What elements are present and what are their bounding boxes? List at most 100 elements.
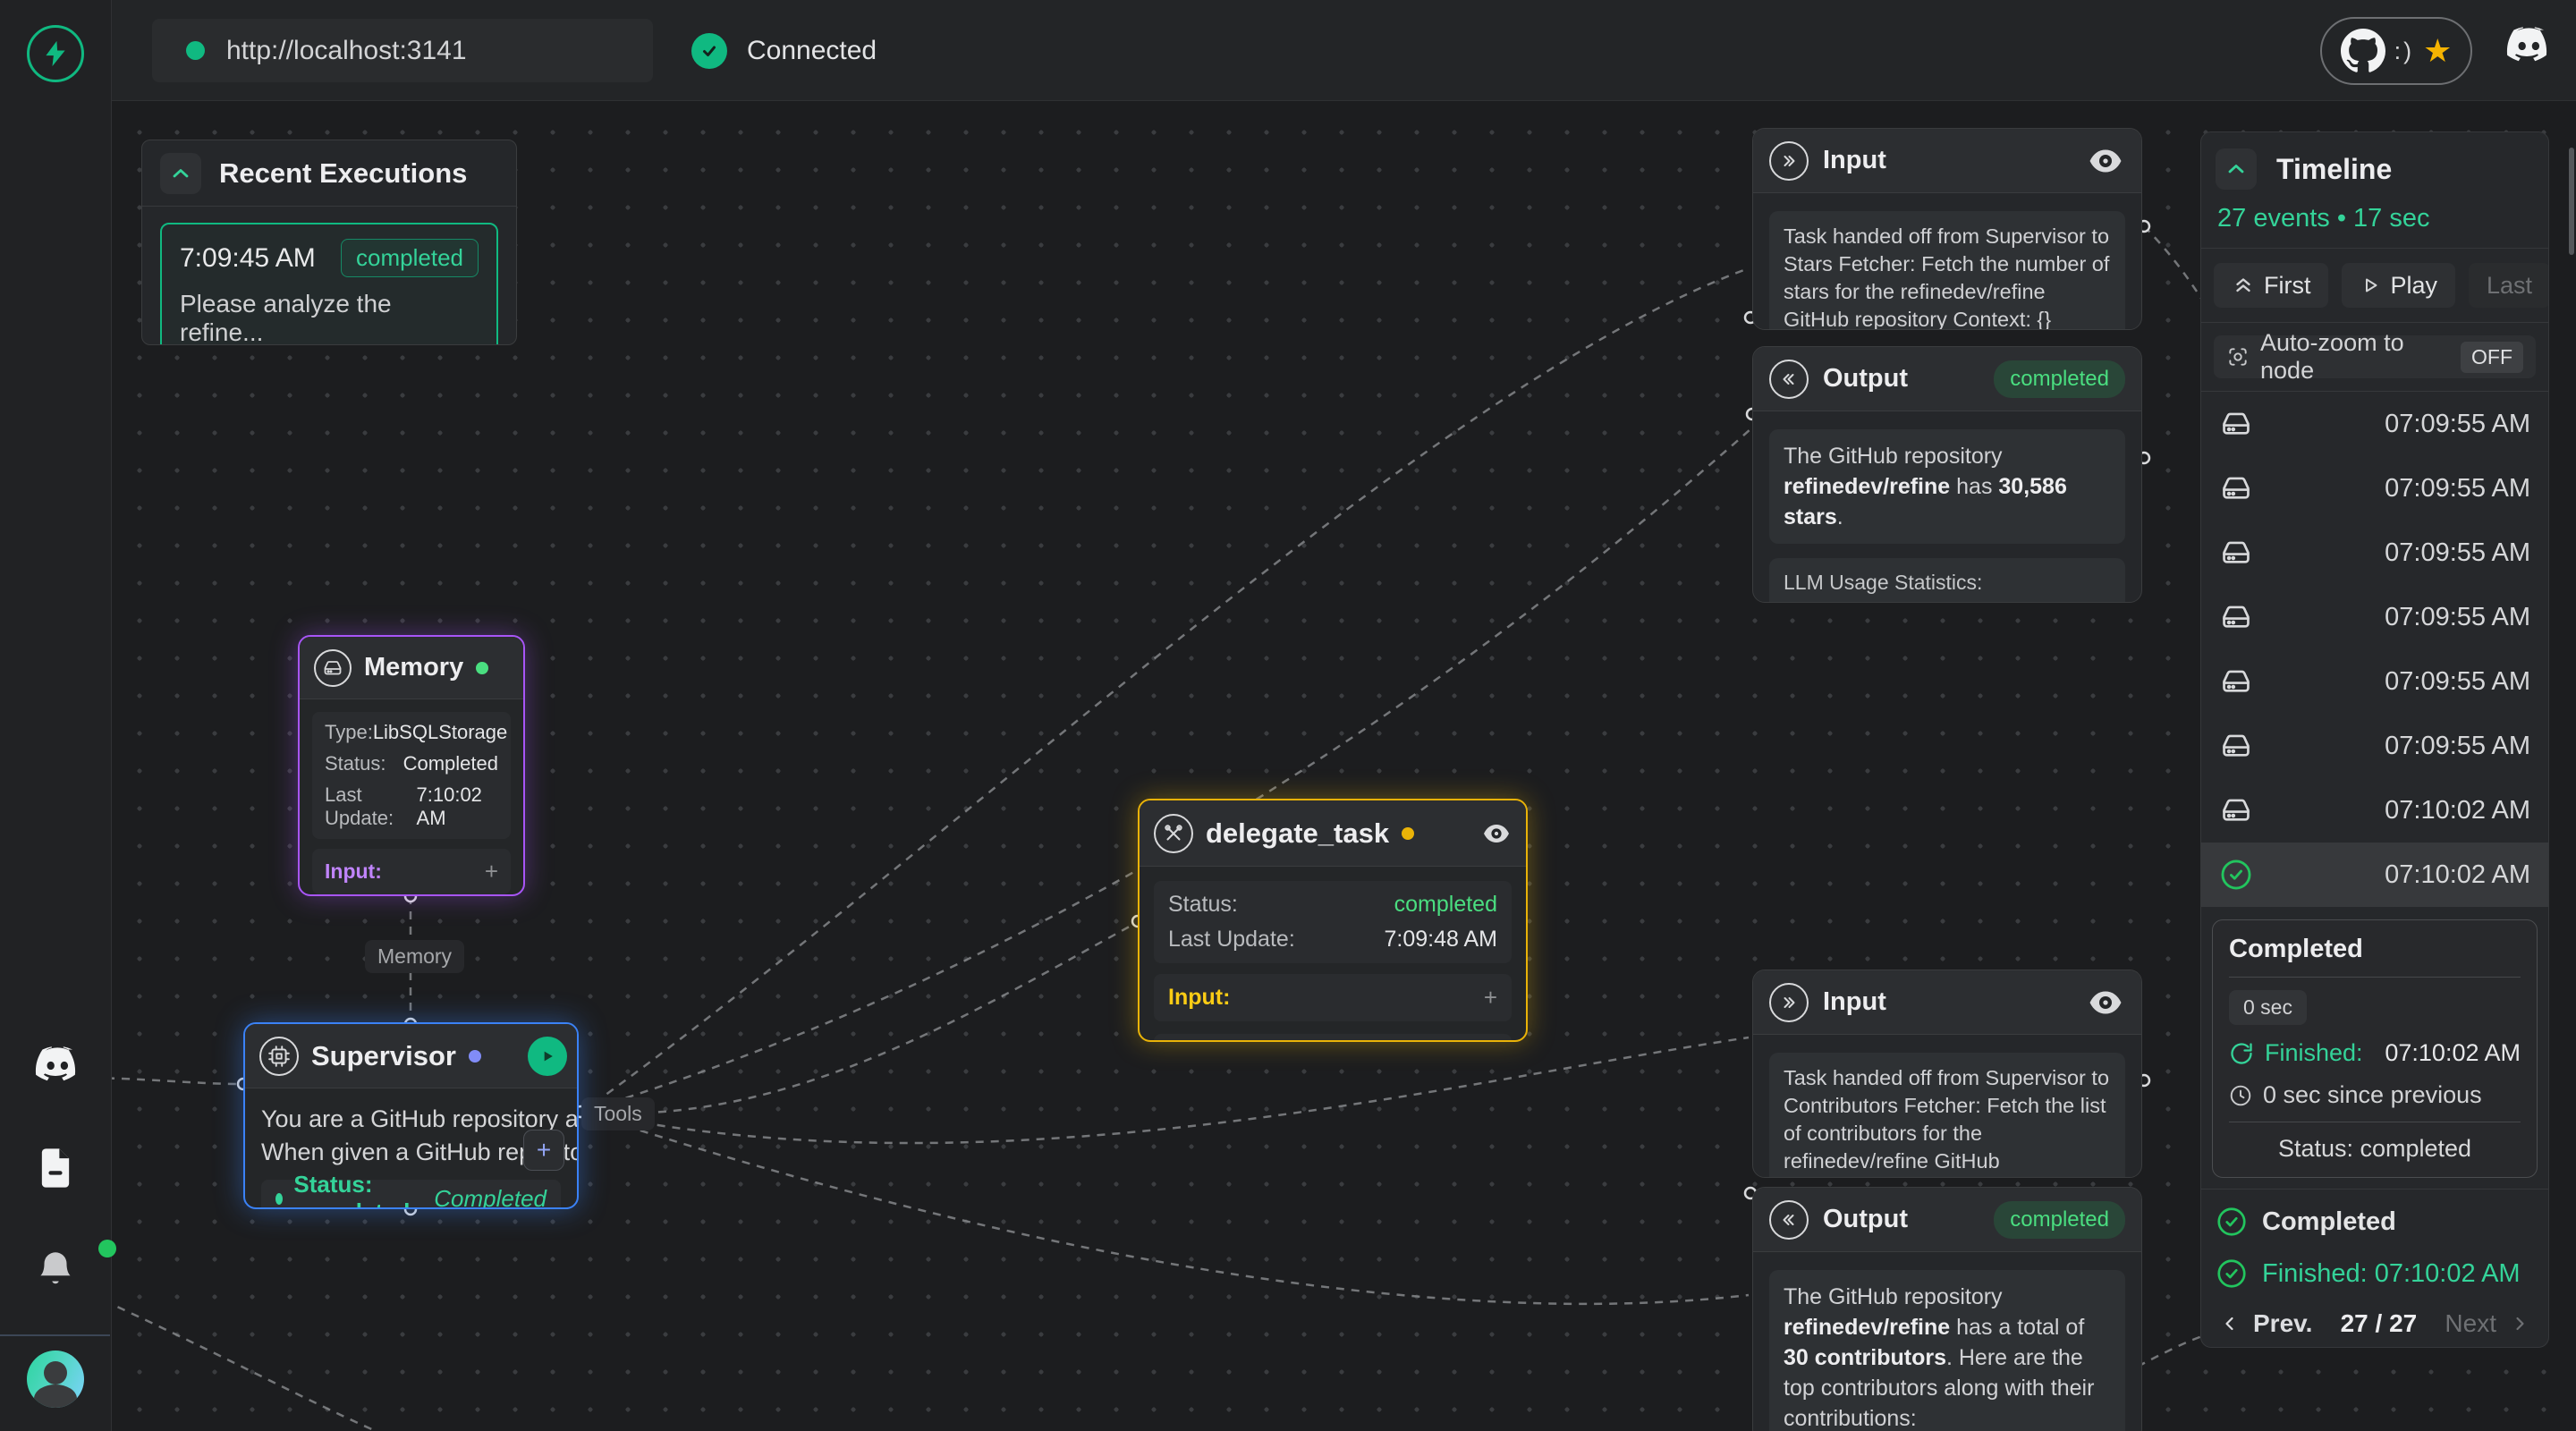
output-2-status-badge: completed bbox=[1994, 1201, 2125, 1239]
event-duration-badge: 0 sec bbox=[2229, 990, 2307, 1025]
memory-info-box: Type: LibSQLStorage Status: Completed La… bbox=[312, 712, 511, 839]
sidebar-item-docs[interactable] bbox=[32, 1145, 79, 1191]
sidebar-item-discord[interactable] bbox=[30, 1045, 81, 1086]
output-panel-2-title: Output bbox=[1823, 1205, 1908, 1234]
github-star-button[interactable]: :) ★ bbox=[2320, 17, 2472, 85]
last-button[interactable]: Last bbox=[2469, 263, 2549, 308]
input-2-text: Task handed off from Supervisor to Contr… bbox=[1769, 1053, 2125, 1178]
recent-executions-panel: Recent Executions 7:09:45 AM completed P… bbox=[141, 140, 517, 345]
canvas-scrollbar[interactable] bbox=[2569, 148, 2574, 255]
since-previous: 0 sec since previous bbox=[2263, 1081, 2482, 1109]
supervisor-node-title: Supervisor bbox=[311, 1040, 456, 1072]
execution-status-badge: completed bbox=[341, 239, 479, 277]
instructions-line2: When given a GitHub repository URL o bbox=[261, 1136, 561, 1169]
sidebar bbox=[0, 0, 112, 1431]
delegate-task-dot bbox=[1402, 827, 1414, 840]
app-logo[interactable] bbox=[27, 25, 84, 82]
auto-zoom-toggle[interactable]: Auto-zoom to node OFF bbox=[2214, 335, 2536, 378]
check-circle-icon bbox=[2216, 1257, 2248, 1290]
storage-event-icon bbox=[2219, 471, 2253, 505]
play-button[interactable]: Play bbox=[2342, 263, 2455, 308]
focus-icon bbox=[2226, 344, 2250, 369]
delegate-input-expander[interactable]: Input: + bbox=[1154, 974, 1512, 1021]
eye-icon[interactable] bbox=[2086, 148, 2125, 174]
github-smile-text: :) bbox=[2394, 38, 2415, 65]
refresh-icon bbox=[2229, 1041, 2254, 1066]
eye-icon[interactable] bbox=[2086, 989, 2125, 1016]
output-panel-1-title: Output bbox=[1823, 364, 1908, 394]
timeline-controls: First Play Last bbox=[2201, 249, 2548, 323]
edge-label-memory: Memory bbox=[365, 940, 464, 973]
auto-zoom-label: Auto-zoom to node bbox=[2260, 329, 2450, 385]
auto-zoom-state-badge[interactable]: OFF bbox=[2461, 342, 2523, 373]
input-panel-2-title: Input bbox=[1823, 987, 1886, 1017]
memory-type-value: LibSQLStorage bbox=[373, 721, 507, 744]
bell-icon bbox=[33, 1247, 78, 1291]
delegate-info-box: Status: completed Last Update: 7:09:48 A… bbox=[1154, 881, 1512, 963]
delegate-task-node[interactable]: delegate_task Status: completed Last Upd… bbox=[1138, 799, 1528, 1042]
supervisor-node[interactable]: Supervisor You are a GitHub repository a… bbox=[243, 1022, 579, 1209]
server-url-input[interactable]: http://localhost:3141 bbox=[152, 19, 653, 82]
timeline-footer: Completed Finished: 07:10:02 AM Prev. 27… bbox=[2201, 1189, 2548, 1338]
run-agent-button[interactable] bbox=[528, 1037, 567, 1076]
sidebar-item-dashboard[interactable] bbox=[36, 136, 76, 176]
execution-card[interactable]: 7:09:45 AM completed Please analyze the … bbox=[160, 223, 498, 345]
user-avatar[interactable] bbox=[27, 1351, 84, 1408]
output-1-text: The GitHub repository refinedev/refine h… bbox=[1769, 429, 2125, 544]
delegate-output-expander[interactable]: Output: + bbox=[1154, 1034, 1512, 1042]
event-time: 07:09:55 AM bbox=[2385, 732, 2530, 761]
timeline-event[interactable]: 07:09:55 AM bbox=[2201, 521, 2548, 585]
connected-check-icon bbox=[691, 33, 727, 69]
prev-button[interactable]: Prev. bbox=[2219, 1309, 2312, 1338]
timeline-collapse-button[interactable] bbox=[2216, 148, 2257, 190]
delegate-input-label: Input: bbox=[1168, 985, 1230, 1011]
supervisor-status-bar: Status: completed Completed bbox=[261, 1180, 561, 1209]
timeline-event[interactable]: 07:09:55 AM bbox=[2201, 649, 2548, 714]
status-dot bbox=[275, 1193, 283, 1205]
discord-icon bbox=[2501, 25, 2553, 66]
delegate-update-value: 7:09:48 AM bbox=[1385, 927, 1497, 953]
output-panel-2-header: Output completed bbox=[1753, 1188, 2141, 1252]
discord-link[interactable] bbox=[2501, 25, 2553, 71]
connection-status-label: Connected bbox=[747, 36, 877, 66]
timeline-event-selected[interactable]: 07:10:02 AM bbox=[2201, 843, 2548, 907]
output-panel-1: Output completed The GitHub repository r… bbox=[1752, 346, 2142, 603]
timeline-event[interactable]: 07:09:55 AM bbox=[2201, 585, 2548, 649]
timeline-event[interactable]: 07:09:55 AM bbox=[2201, 392, 2548, 456]
next-label: Next bbox=[2445, 1309, 2496, 1338]
storage-event-icon bbox=[2219, 600, 2253, 634]
collapse-button[interactable] bbox=[160, 153, 201, 194]
edge-label-tools: Tools bbox=[581, 1097, 655, 1130]
event-detail-title: Completed bbox=[2229, 935, 2521, 964]
timeline-event[interactable]: 07:09:55 AM bbox=[2201, 714, 2548, 778]
storage-event-icon bbox=[2219, 665, 2253, 699]
chevrons-left-icon bbox=[1769, 360, 1809, 399]
memory-input-expander[interactable]: Input: + bbox=[312, 849, 511, 894]
timeline-event[interactable]: 07:10:02 AM bbox=[2201, 778, 2548, 843]
storage-event-icon bbox=[2219, 793, 2253, 827]
finished-time: 07:10:02 AM bbox=[2385, 1039, 2521, 1067]
play-outline-icon bbox=[2360, 275, 2381, 296]
plus-icon: + bbox=[485, 858, 498, 885]
chevrons-right-icon bbox=[1769, 141, 1809, 181]
memory-node[interactable]: Memory Type: LibSQLStorage Status: Compl… bbox=[298, 635, 525, 896]
finished-label: Finished: bbox=[2265, 1039, 2363, 1067]
input-panel-1-title: Input bbox=[1823, 146, 1886, 175]
output-2-text: The GitHub repository refinedev/refine h… bbox=[1769, 1270, 2125, 1431]
timeline-event-list: 07:09:55 AM 07:09:55 AM 07:09:55 AM 07:0… bbox=[2201, 392, 2548, 907]
next-button[interactable]: Next bbox=[2445, 1309, 2530, 1338]
expand-instructions-button[interactable]: + bbox=[523, 1130, 564, 1171]
chevron-up-icon bbox=[2224, 157, 2249, 182]
timeline-event[interactable]: 07:09:55 AM bbox=[2201, 456, 2548, 521]
eye-icon[interactable] bbox=[1481, 823, 1512, 844]
sidebar-item-notifications[interactable] bbox=[0, 1247, 111, 1291]
first-button[interactable]: First bbox=[2214, 263, 2328, 308]
input-panel-1: Input Task handed off from Supervisor to… bbox=[1752, 128, 2142, 330]
sidebar-divider bbox=[0, 1334, 110, 1336]
chevrons-up-icon bbox=[2232, 274, 2255, 297]
memory-status-value: Completed bbox=[403, 752, 498, 775]
clock-icon bbox=[2229, 1084, 2252, 1107]
event-time: 07:09:55 AM bbox=[2385, 667, 2530, 697]
app: http://localhost:3141 Connected :) ★ bbox=[0, 0, 2576, 1431]
server-status-dot bbox=[186, 41, 205, 60]
